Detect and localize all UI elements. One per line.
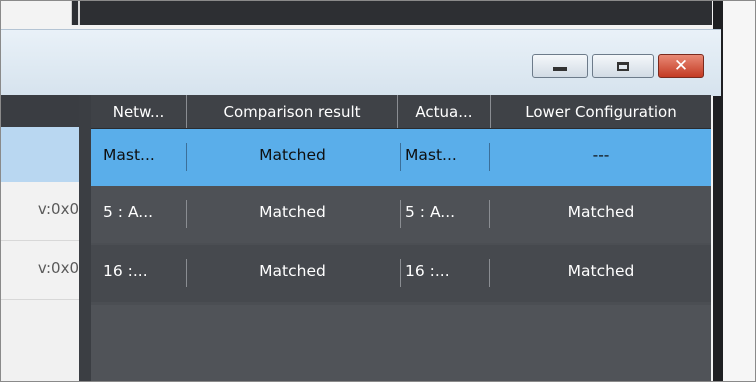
cell-network: Mast...	[103, 146, 155, 164]
left-panel-row[interactable]: v:0x0	[1, 241, 79, 300]
divider	[78, 1, 80, 25]
cell-comparison: Matched	[259, 203, 326, 221]
left-panel-header	[1, 95, 79, 127]
maximize-button[interactable]	[592, 54, 654, 78]
grid-header: Netw... Comparison result Actua... Lower…	[91, 95, 711, 129]
cell-separator	[489, 200, 490, 228]
table-row[interactable]: 16 :... Matched 16 :... Matched	[91, 245, 711, 302]
close-button[interactable]: ✕	[658, 54, 704, 78]
column-header-lower-configuration[interactable]: Lower Configuration	[491, 95, 711, 128]
cell-lower-configuration: Matched	[567, 203, 635, 221]
cell-actual: Mast...	[405, 146, 457, 164]
column-header-network[interactable]: Netw...	[91, 95, 187, 128]
grid-empty-area	[91, 305, 711, 381]
cell-lower-configuration: Matched	[567, 262, 635, 280]
cell-network: 16 :...	[103, 262, 148, 280]
table-row[interactable]: Mast... Matched Mast... ---	[91, 129, 711, 186]
minimize-icon	[533, 55, 587, 77]
cell-actual: 16 :...	[405, 262, 450, 280]
cell-comparison: Matched	[259, 146, 326, 164]
close-icon: ✕	[673, 55, 689, 76]
cell-separator	[489, 143, 490, 171]
left-panel-row-text: v:0x0	[37, 200, 79, 218]
cell-actual: 5 : A...	[405, 203, 456, 221]
cell-separator	[489, 259, 490, 287]
left-panel: v:0x0 v:0x0	[1, 95, 79, 381]
screen-frame: ✕ v:0x0 v:0x0 Netw... Comparison result …	[0, 0, 756, 382]
window-title-bar[interactable]: ✕	[1, 29, 721, 96]
desktop-area	[723, 1, 755, 381]
cell-lower-configuration: ---	[592, 146, 610, 164]
background-window	[71, 1, 712, 25]
left-panel-row[interactable]: v:0x0	[1, 182, 79, 241]
column-header-comparison-result[interactable]: Comparison result	[187, 95, 398, 128]
minimize-button[interactable]	[532, 54, 588, 78]
maximize-icon	[593, 55, 653, 77]
left-panel-row-text: v:0x0	[37, 259, 79, 277]
left-panel-selected-row[interactable]	[1, 127, 79, 182]
column-header-actual[interactable]: Actua...	[398, 95, 491, 128]
comparison-grid: Netw... Comparison result Actua... Lower…	[91, 95, 711, 381]
cell-comparison: Matched	[259, 262, 326, 280]
panel-divider	[79, 95, 91, 381]
table-row[interactable]: 5 : A... Matched 5 : A... Matched	[91, 186, 711, 243]
cell-network: 5 : A...	[103, 203, 154, 221]
